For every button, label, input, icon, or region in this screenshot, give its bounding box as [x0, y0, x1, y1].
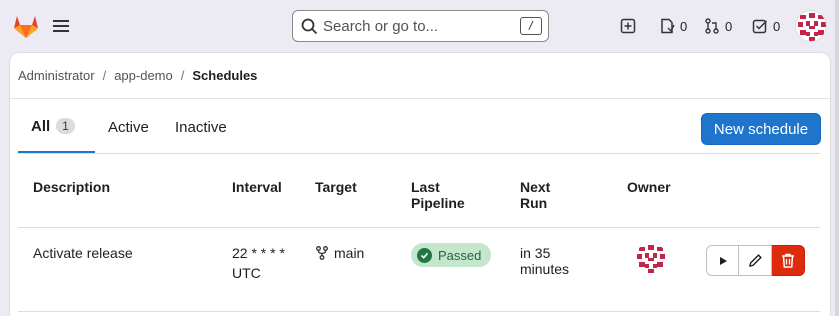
main-panel: Administrator / app-demo / Schedules All… [9, 52, 831, 316]
todos-button[interactable]: 0 [752, 14, 780, 38]
owner-avatar[interactable] [635, 243, 667, 275]
pipeline-status-label: Passed [438, 247, 482, 263]
tab-all-count-badge: 1 [56, 118, 75, 134]
column-header-owner: Owner [627, 179, 671, 195]
gitlab-logo-icon[interactable] [10, 10, 42, 42]
edit-schedule-button[interactable] [739, 245, 772, 276]
schedule-target[interactable]: main [315, 245, 364, 261]
issues-count: 0 [680, 18, 688, 34]
schedule-cron: 22 * * * * [232, 245, 285, 261]
todo-checkbox-icon [752, 19, 768, 34]
schedule-timezone: UTC [232, 265, 261, 281]
identicon-avatar-icon [796, 11, 826, 41]
table-header-divider [18, 227, 820, 228]
pencil-icon [748, 254, 762, 267]
play-icon [719, 256, 727, 265]
column-header-interval: Interval [232, 179, 282, 195]
new-schedule-button[interactable]: New schedule [701, 113, 821, 145]
issues-button[interactable]: 0 [659, 14, 687, 38]
schedule-next-run: in 35 minutes [520, 245, 570, 277]
search-placeholder: Search or go to... [323, 18, 439, 35]
column-header-target: Target [315, 179, 357, 195]
user-avatar[interactable] [795, 10, 827, 42]
column-header-last-pipeline: Last Pipeline [411, 179, 465, 211]
tabs-divider [18, 153, 820, 154]
branch-icon [316, 246, 328, 260]
identicon-avatar-icon [635, 243, 667, 275]
schedule-interval: 22 * * * * UTC [232, 245, 288, 281]
divider [10, 98, 830, 99]
issues-icon [661, 18, 675, 34]
schedule-description: Activate release [33, 245, 133, 261]
tab-inactive[interactable]: Inactive [162, 101, 240, 153]
trash-icon [782, 253, 794, 268]
tab-all[interactable]: All 1 [18, 101, 95, 153]
tab-inactive-label: Inactive [175, 118, 227, 136]
column-header-description: Description [33, 179, 111, 195]
search-input[interactable]: Search or go to... / [292, 10, 549, 42]
breadcrumb-item-administrator[interactable]: Administrator [18, 68, 95, 83]
tab-active-label: Active [108, 118, 149, 136]
search-icon [301, 18, 318, 35]
create-new-button[interactable] [620, 14, 636, 38]
breadcrumb: Administrator / app-demo / Schedules [18, 68, 257, 83]
run-schedule-button[interactable] [706, 245, 739, 276]
merge-requests-count: 0 [725, 18, 733, 34]
hamburger-icon [53, 20, 69, 32]
plus-square-icon [620, 18, 636, 34]
schedule-actions [706, 245, 805, 276]
breadcrumb-separator: / [102, 68, 107, 83]
breadcrumb-separator: / [180, 68, 185, 83]
page-scrollbar[interactable] [835, 0, 839, 316]
schedule-tabs: All 1 Active Inactive [18, 101, 820, 153]
table-row-divider [18, 311, 820, 312]
search-shortcut-key: / [520, 17, 542, 35]
check-circle-icon [417, 247, 432, 263]
column-header-next-run: Next Run [520, 179, 551, 211]
todos-count: 0 [773, 18, 781, 34]
merge-requests-button[interactable]: 0 [704, 14, 732, 38]
merge-request-icon [705, 18, 719, 34]
sidebar-toggle-button[interactable] [48, 13, 74, 39]
breadcrumb-item-project[interactable]: app-demo [114, 68, 173, 83]
pipeline-status-badge[interactable]: Passed [411, 243, 492, 267]
schedule-target-branch: main [334, 245, 365, 261]
tab-all-label: All [31, 117, 51, 135]
delete-schedule-button[interactable] [772, 245, 805, 276]
tab-active[interactable]: Active [95, 101, 162, 153]
top-bar: Search or go to... / 0 0 0 [0, 0, 839, 52]
breadcrumb-item-current[interactable]: Schedules [192, 68, 257, 83]
